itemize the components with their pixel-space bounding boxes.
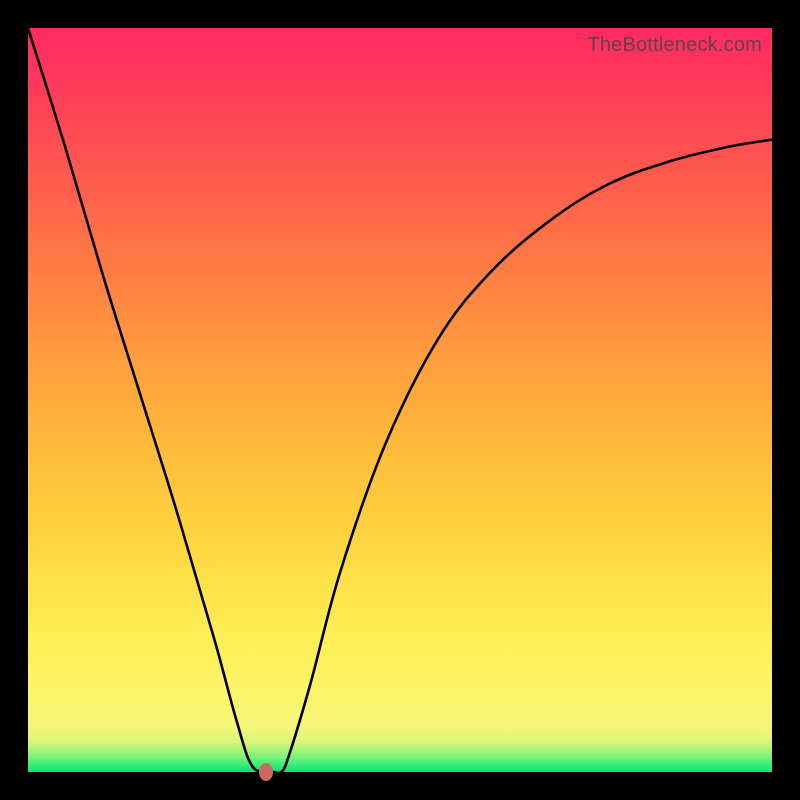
bottleneck-curve-svg (28, 28, 772, 772)
minimum-marker (259, 763, 273, 781)
bottleneck-curve (28, 28, 772, 773)
chart-plot-area: TheBottleneck.com (28, 28, 772, 772)
